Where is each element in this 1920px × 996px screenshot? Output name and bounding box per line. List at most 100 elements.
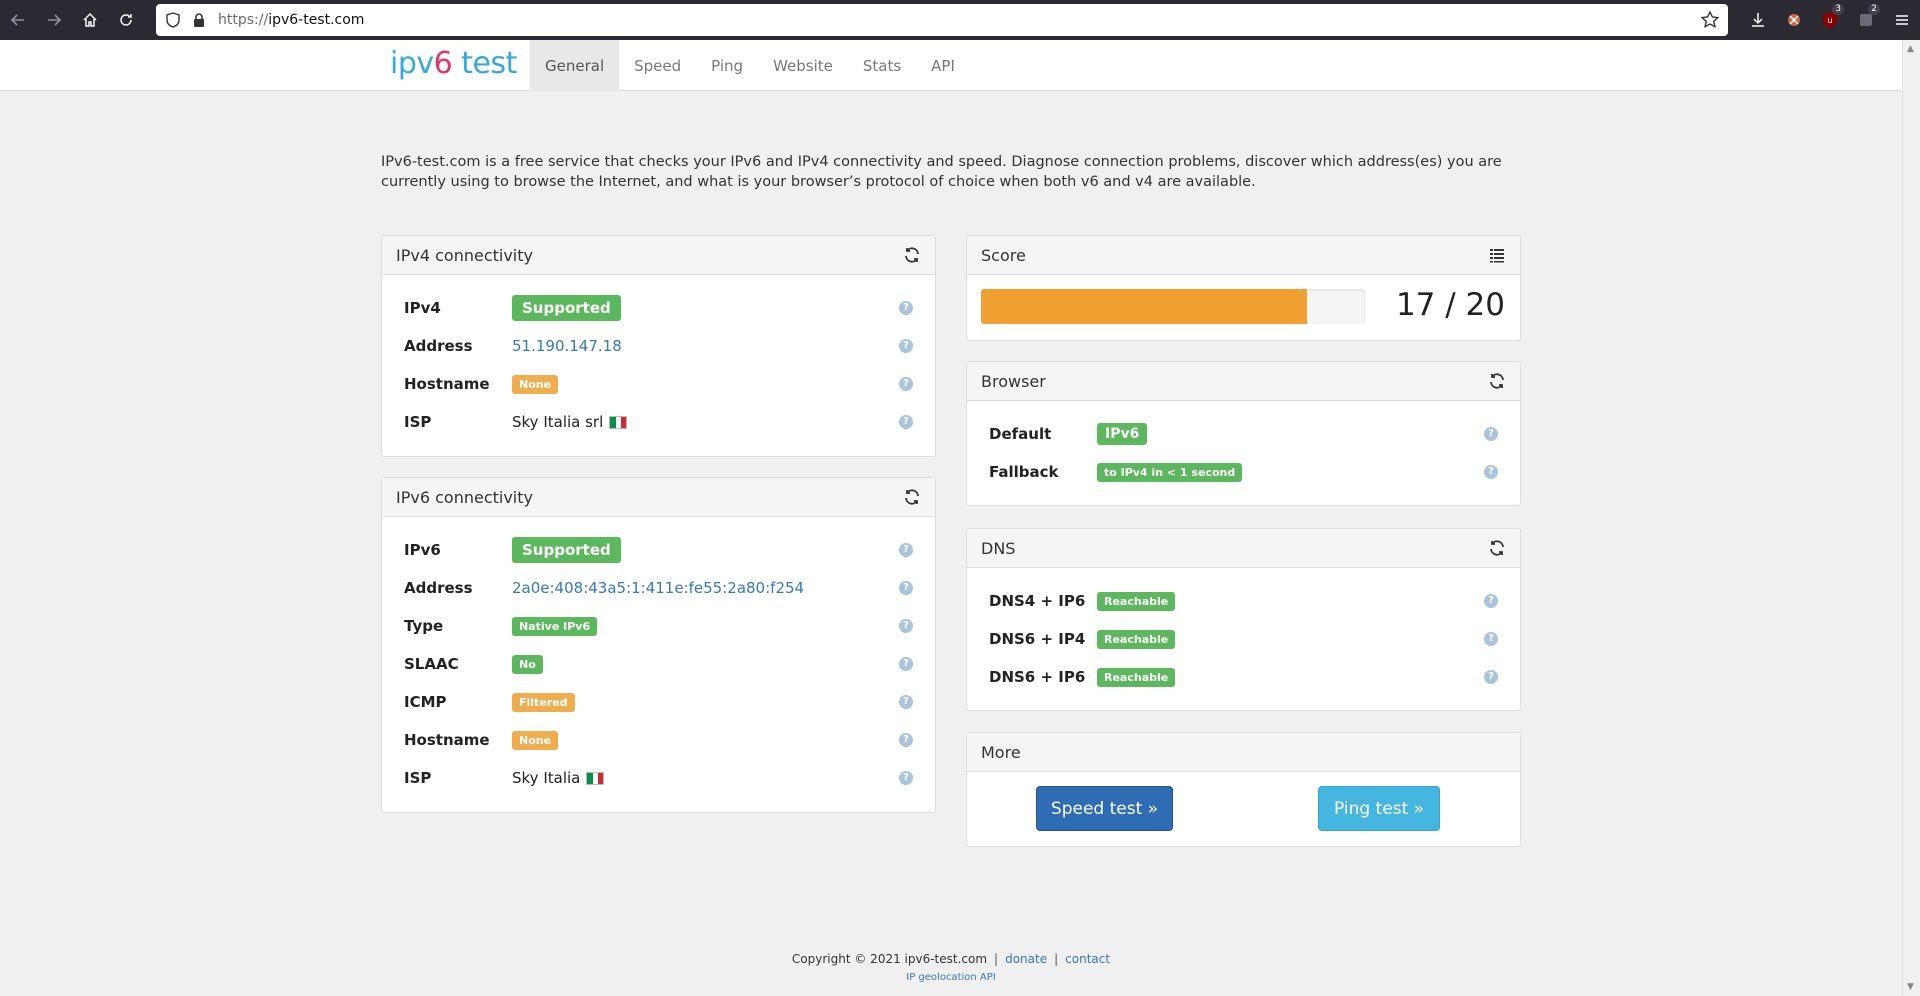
score-progress-fill bbox=[981, 289, 1308, 324]
forward-icon[interactable] bbox=[36, 0, 72, 40]
help-icon[interactable]: ? bbox=[1484, 594, 1498, 608]
nav-tab-general[interactable]: General bbox=[530, 40, 620, 91]
status-badge: Supported bbox=[512, 537, 621, 563]
browser-panel-title: Browser bbox=[981, 371, 1046, 391]
browser-row-default: Default IPv6 ? bbox=[967, 415, 1520, 453]
help-icon[interactable]: ? bbox=[1484, 427, 1498, 441]
browser-panel-header: Browser bbox=[967, 362, 1520, 401]
ipv6-row-address: Address 2a0e:408:43a5:1:411e:fe55:2a80:f… bbox=[382, 569, 935, 607]
help-icon[interactable]: ? bbox=[1484, 465, 1498, 479]
row-label: Address bbox=[404, 337, 473, 355]
status-badge: Supported bbox=[512, 295, 621, 321]
help-icon[interactable]: ? bbox=[899, 339, 913, 353]
url-text[interactable]: https://ipv6-test.com bbox=[218, 12, 364, 28]
help-icon[interactable]: ? bbox=[899, 619, 913, 633]
extension-badge-count: 2 bbox=[1868, 4, 1880, 15]
row-label: ICMP bbox=[404, 693, 447, 711]
logo-text-test: test bbox=[452, 46, 517, 81]
help-icon[interactable]: ? bbox=[899, 581, 913, 595]
bookmark-star-icon[interactable] bbox=[1700, 10, 1720, 30]
browser-panel: Browser Default IPv6 ? Fallback to IPv4 … bbox=[966, 361, 1521, 506]
back-icon[interactable] bbox=[0, 0, 36, 40]
help-icon[interactable]: ? bbox=[1484, 670, 1498, 684]
dns-row-dns4-ip6: DNS4 + IP6 Reachable ? bbox=[967, 582, 1520, 620]
nav-tab-website[interactable]: Website bbox=[758, 40, 848, 91]
ipv4-rows: IPv4 Supported ? Address 51.190.147.18 ?… bbox=[382, 275, 935, 441]
browser-toolbar: https://ipv6-test.com u 3 2 bbox=[0, 0, 1920, 40]
row-label: DNS4 + IP6 bbox=[989, 592, 1086, 610]
row-label: ISP bbox=[404, 413, 432, 431]
site-navbar: ipv6 test General Speed Ping Website Sta… bbox=[0, 40, 1902, 91]
row-label: Default bbox=[989, 425, 1052, 443]
help-icon[interactable]: ? bbox=[899, 771, 913, 785]
ipv4-panel: IPv4 connectivity IPv4 Supported ? Addre… bbox=[381, 235, 936, 457]
help-icon[interactable]: ? bbox=[1484, 632, 1498, 646]
help-icon[interactable]: ? bbox=[899, 301, 913, 315]
refresh-icon[interactable] bbox=[903, 488, 921, 506]
dns-panel-title: DNS bbox=[981, 538, 1016, 558]
refresh-icon[interactable] bbox=[1488, 372, 1506, 390]
donate-link[interactable]: donate bbox=[1005, 952, 1047, 966]
more-panel-body: Speed test » Ping test » bbox=[967, 772, 1520, 846]
ipv4-row-isp: ISP Sky Italia srl ? bbox=[382, 403, 935, 441]
nav-tab-stats[interactable]: Stats bbox=[848, 40, 916, 91]
downloads-icon[interactable] bbox=[1740, 0, 1776, 40]
row-label: SLAAC bbox=[404, 655, 459, 673]
refresh-icon[interactable] bbox=[1488, 539, 1506, 557]
menu-hamburger-icon[interactable] bbox=[1884, 0, 1920, 40]
ublock-icon[interactable]: u 3 bbox=[1812, 0, 1848, 40]
nav-tab-api[interactable]: API bbox=[916, 40, 970, 91]
site-logo[interactable]: ipv6 test bbox=[390, 46, 517, 81]
nav-tab-ping[interactable]: Ping bbox=[696, 40, 758, 91]
dns-row-dns6-ip6: DNS6 + IP6 Reachable ? bbox=[967, 658, 1520, 696]
logo-text-6: 6 bbox=[433, 46, 453, 81]
ip-geolocation-api-link[interactable]: IP geolocation API bbox=[0, 972, 1902, 983]
intro-text: IPv6-test.com is a free service that che… bbox=[381, 154, 1502, 190]
more-panel: More Speed test » Ping test » bbox=[966, 732, 1521, 847]
dns-panel: DNS DNS4 + IP6 Reachable ? DNS6 + IP4 Re… bbox=[966, 528, 1521, 711]
ipv4-address-link[interactable]: 51.190.147.18 bbox=[512, 337, 622, 355]
ipv6-rows: IPv6 Supported ? Address 2a0e:408:43a5:1… bbox=[382, 517, 935, 797]
page-scrollbar[interactable]: ▲ ▼ bbox=[1902, 40, 1920, 996]
ipv6-panel-title: IPv6 connectivity bbox=[396, 487, 533, 507]
score-panel-title: Score bbox=[981, 245, 1026, 265]
score-value: 17 / 20 bbox=[1395, 287, 1505, 323]
contact-link[interactable]: contact bbox=[1065, 952, 1110, 966]
row-label: IPv4 bbox=[404, 299, 441, 317]
help-icon[interactable]: ? bbox=[899, 543, 913, 557]
score-panel-header: Score bbox=[967, 236, 1520, 275]
extension-puzzle-icon[interactable] bbox=[1776, 0, 1812, 40]
row-label: Hostname bbox=[404, 731, 490, 749]
svg-text:u: u bbox=[1827, 16, 1832, 25]
row-label: DNS6 + IP4 bbox=[989, 630, 1086, 648]
help-icon[interactable]: ? bbox=[899, 695, 913, 709]
ipv4-row-hostname: Hostname None ? bbox=[382, 365, 935, 403]
italy-flag-icon bbox=[586, 771, 605, 785]
help-icon[interactable]: ? bbox=[899, 377, 913, 391]
url-protocol: https:// bbox=[218, 12, 269, 28]
help-icon[interactable]: ? bbox=[899, 733, 913, 747]
tracking-shield-icon[interactable] bbox=[160, 4, 186, 36]
nav-tab-speed[interactable]: Speed bbox=[619, 40, 696, 91]
lock-icon[interactable] bbox=[186, 4, 212, 36]
row-label: Type bbox=[404, 617, 444, 635]
scroll-up-icon[interactable]: ▲ bbox=[1907, 44, 1917, 54]
dns-rows: DNS4 + IP6 Reachable ? DNS6 + IP4 Reacha… bbox=[967, 568, 1520, 696]
home-icon[interactable] bbox=[72, 0, 108, 40]
scroll-down-icon[interactable]: ▼ bbox=[1907, 982, 1917, 992]
help-icon[interactable]: ? bbox=[899, 657, 913, 671]
url-bar[interactable]: https://ipv6-test.com bbox=[156, 4, 1728, 36]
speed-test-button[interactable]: Speed test » bbox=[1036, 786, 1173, 831]
refresh-icon[interactable] bbox=[903, 246, 921, 264]
browser-rows: Default IPv6 ? Fallback to IPv4 in < 1 s… bbox=[967, 401, 1520, 491]
extension-icon[interactable]: 2 bbox=[1848, 0, 1884, 40]
more-panel-header: More bbox=[967, 733, 1520, 772]
help-icon[interactable]: ? bbox=[899, 415, 913, 429]
ping-test-button[interactable]: Ping test » bbox=[1318, 786, 1440, 831]
reload-icon[interactable] bbox=[108, 0, 144, 40]
list-icon[interactable] bbox=[1488, 246, 1506, 264]
ipv4-panel-title: IPv4 connectivity bbox=[396, 245, 533, 265]
footer: Copyright © 2021 ipv6-test.com | donate | co… bbox=[791, 952, 1111, 966]
ipv6-address-link[interactable]: 2a0e:408:43a5:1:411e:fe55:2a80:f254 bbox=[512, 579, 804, 597]
url-host: ipv6-test.com bbox=[268, 12, 365, 28]
